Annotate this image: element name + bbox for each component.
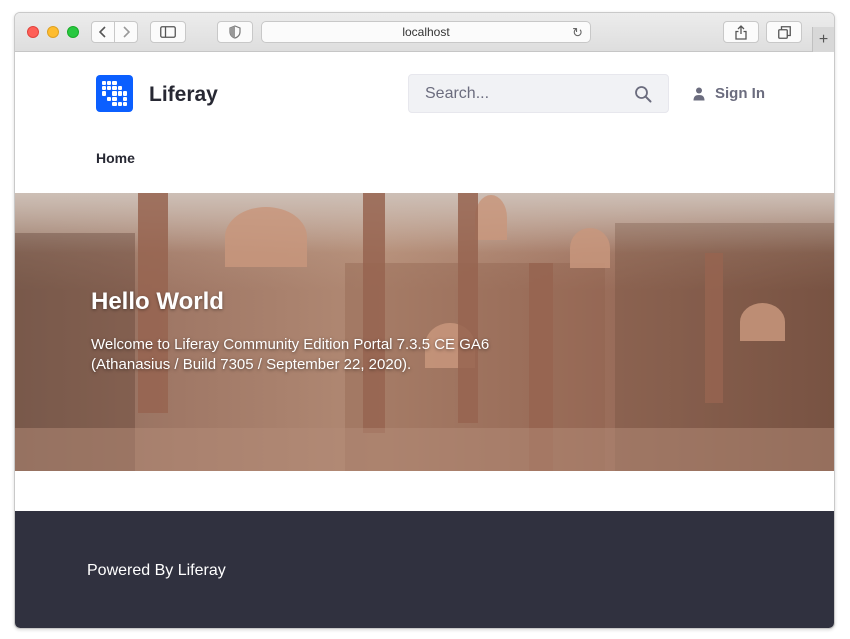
sign-in-link[interactable]: Sign In	[693, 85, 765, 102]
nav-item-home[interactable]: Home	[96, 150, 135, 166]
sidebar-icon	[160, 26, 176, 38]
shield-icon	[229, 25, 241, 39]
search-box	[408, 74, 669, 113]
address-text: localhost	[402, 25, 450, 39]
hero-title: Hello World	[91, 288, 224, 315]
back-button[interactable]	[91, 21, 115, 43]
liferay-logo[interactable]	[96, 75, 133, 112]
hero-description: Welcome to Liferay Community Edition Por…	[91, 336, 490, 373]
browser-toolbar: localhost ↻ +	[15, 13, 834, 52]
close-window-button[interactable]	[27, 26, 39, 38]
site-name[interactable]: Liferay	[149, 83, 218, 107]
page-content: Liferay Sign In Home Hello W	[15, 52, 834, 628]
search-input[interactable]	[409, 75, 629, 112]
new-tab-button[interactable]: +	[812, 27, 834, 52]
footer: Powered By Liferay	[15, 511, 834, 628]
address-bar[interactable]: localhost ↻	[261, 21, 591, 43]
privacy-button[interactable]	[217, 21, 253, 43]
share-icon	[735, 24, 747, 40]
sidebar-toggle-button[interactable]	[150, 21, 186, 43]
forward-button[interactable]	[114, 21, 138, 43]
tabs-icon	[777, 25, 791, 39]
chevron-right-icon	[123, 26, 130, 38]
plus-icon: +	[818, 30, 829, 48]
footer-powered-by: Powered By Liferay	[87, 562, 226, 579]
hero-banner: Hello World Welcome to Liferay Community…	[15, 193, 834, 471]
reload-icon[interactable]: ↻	[572, 25, 583, 41]
search-icon[interactable]	[634, 85, 652, 103]
minimize-window-button[interactable]	[47, 26, 59, 38]
sign-in-label: Sign In	[715, 85, 765, 102]
user-icon	[693, 87, 705, 100]
show-tabs-button[interactable]	[766, 21, 802, 43]
share-button[interactable]	[723, 21, 759, 43]
browser-window: localhost ↻ + Liferay Sign In	[14, 12, 835, 629]
chevron-left-icon	[99, 26, 106, 38]
zoom-window-button[interactable]	[67, 26, 79, 38]
